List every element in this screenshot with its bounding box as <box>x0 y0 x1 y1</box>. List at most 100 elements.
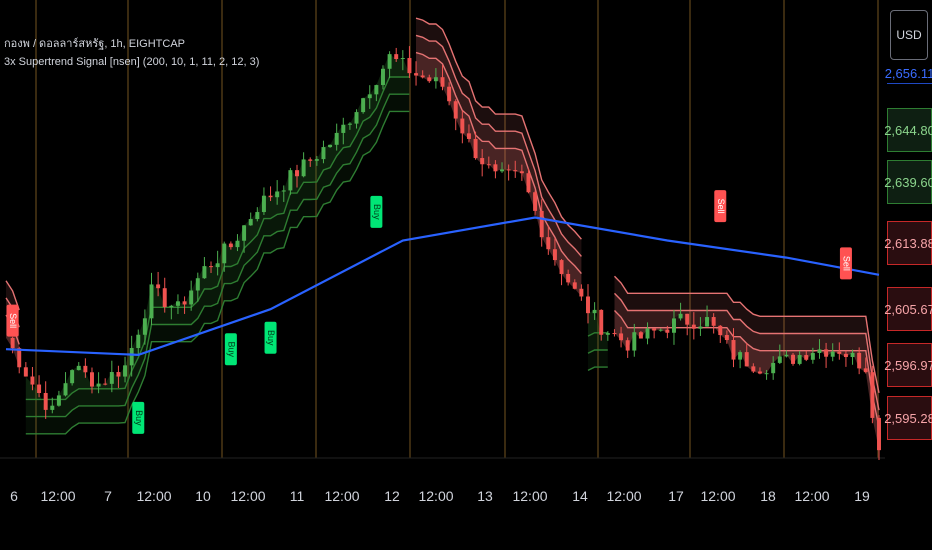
candle-body <box>89 372 94 387</box>
candle-body <box>605 333 610 335</box>
time-label: 10 <box>195 488 211 504</box>
candle-body <box>347 123 352 125</box>
candle-body <box>169 305 174 308</box>
symbol-title: กองพ / ดอลลาร์สหรัฐ, 1h, EIGHTCAP <box>4 38 186 50</box>
candle-body <box>863 368 868 373</box>
candle-body <box>500 169 505 172</box>
candle-body <box>433 77 438 82</box>
candle-body <box>784 354 789 357</box>
candle-body <box>295 170 299 177</box>
candle-body <box>738 352 743 360</box>
price-chart[interactable]: Sell Buy Buy Buy Buy Sell Sell <box>0 0 932 550</box>
candle-body <box>870 372 875 418</box>
candle-body <box>711 317 716 326</box>
currency-button[interactable]: USD <box>890 10 928 60</box>
price-label: 2,656.11 <box>885 64 932 84</box>
candle-body <box>744 352 749 367</box>
candle-body <box>830 351 835 357</box>
buy-signal: Buy <box>224 333 237 366</box>
candle-body <box>189 290 194 305</box>
candle-body <box>843 353 848 358</box>
signal-text: Buy <box>134 410 144 426</box>
candle-body <box>175 301 180 306</box>
candle-body <box>321 147 326 160</box>
candle-body <box>367 94 372 99</box>
candle-body <box>506 169 511 171</box>
candle-body <box>116 372 121 377</box>
candle-body <box>460 118 465 134</box>
time-label: 7 <box>104 488 112 504</box>
candle-body <box>275 191 280 198</box>
price-label: 2,644.80 <box>884 108 932 152</box>
time-axis[interactable]: 6 12:00 7 12:00 10 12:00 11 12:00 12 12:00 13 12:00… <box>0 470 885 530</box>
candle-body <box>513 170 518 172</box>
price-label: 2,595.28 <box>884 396 932 440</box>
signal-text: Sell <box>842 256 852 271</box>
candle-body <box>235 240 240 248</box>
signal-text: Buy <box>266 330 276 346</box>
candle-body <box>37 384 42 394</box>
candle-body <box>698 326 703 329</box>
candle-body <box>724 335 729 341</box>
candle-body <box>261 195 266 213</box>
candle-body <box>771 362 776 374</box>
candle-body <box>638 332 643 339</box>
candle-body <box>526 173 531 193</box>
price-label: 2,596.97 <box>884 343 932 387</box>
candle-body <box>718 325 723 336</box>
candle-body <box>103 383 108 385</box>
candle-body <box>361 98 366 113</box>
candle-body <box>546 237 551 250</box>
time-label: 6 <box>10 488 18 504</box>
candle-body <box>764 373 769 375</box>
candle-body <box>142 318 147 335</box>
candle-body <box>328 144 333 148</box>
candle-body <box>314 159 319 161</box>
candle-body <box>281 190 286 192</box>
candle-body <box>380 68 385 86</box>
candle-body <box>308 159 313 161</box>
candle-body <box>652 328 657 331</box>
candle-body <box>407 58 412 74</box>
candle-body <box>129 348 134 366</box>
candle-body <box>625 340 630 351</box>
candle-body <box>877 417 881 451</box>
candle-body <box>599 309 604 335</box>
candle-body <box>480 158 485 165</box>
candle-body <box>857 352 862 369</box>
candle-body <box>519 171 524 174</box>
candle-body <box>215 263 220 268</box>
candle-body <box>817 349 822 354</box>
candle-body <box>56 395 61 406</box>
candle-body <box>804 355 809 360</box>
candle-body <box>473 138 478 159</box>
supertrend-fill-1 <box>25 54 410 410</box>
candle-body <box>612 333 617 335</box>
candle-body <box>486 164 491 166</box>
candle-body <box>837 351 842 354</box>
candle-body <box>123 365 128 377</box>
candle-body <box>420 75 425 78</box>
time-label: 12:00 <box>40 488 76 504</box>
signal-text: Buy <box>372 204 382 220</box>
time-label: 12:00 <box>700 488 736 504</box>
candle-body <box>579 288 584 297</box>
candle-body <box>162 288 167 308</box>
candle-body <box>705 317 710 327</box>
candle-body <box>493 164 498 172</box>
candle-body <box>374 85 379 95</box>
candle-body <box>96 383 101 387</box>
candle-body <box>665 329 670 333</box>
buy-signal: Buy <box>132 401 145 434</box>
price-label: 2,613.88 <box>884 221 932 265</box>
candle-body <box>334 132 339 145</box>
buy-signal: Buy <box>264 321 277 354</box>
price-label: 2,639.60 <box>884 160 932 204</box>
candle-body <box>209 266 214 268</box>
candle-body <box>83 365 88 373</box>
candle-body <box>43 393 48 410</box>
candle-body <box>76 365 81 371</box>
time-label: 12:00 <box>230 488 266 504</box>
candle-body <box>23 367 28 377</box>
time-label: 13 <box>477 488 493 504</box>
